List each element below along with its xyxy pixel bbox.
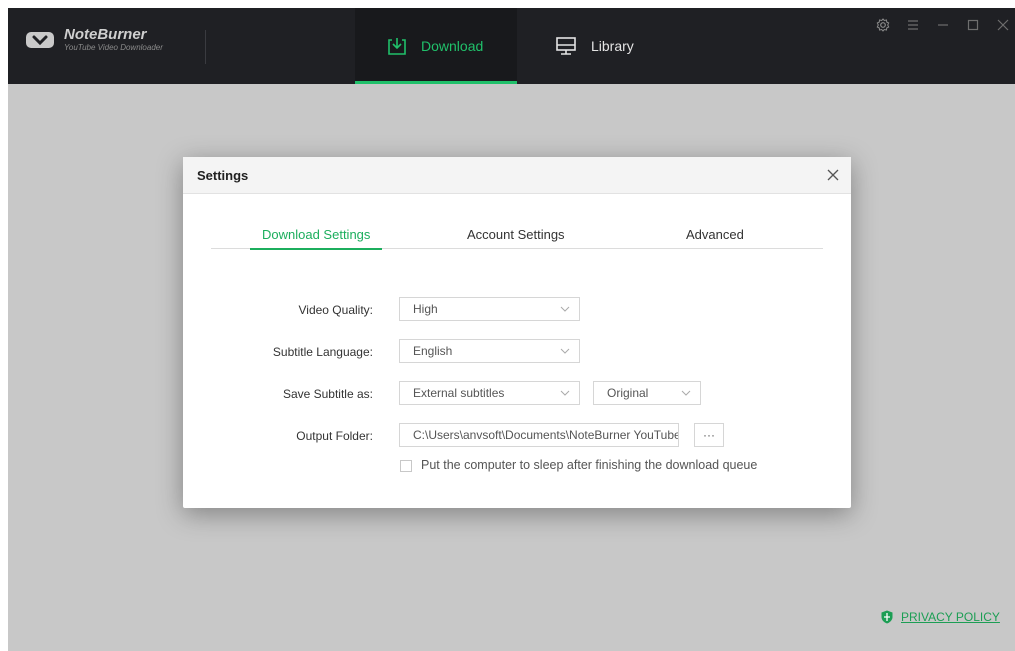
output-folder-value: C:\Users\anvsoft\Documents\NoteBurner Yo…: [413, 428, 679, 442]
save-subtitle-value: External subtitles: [413, 386, 505, 400]
chevron-down-icon: [560, 390, 570, 396]
output-folder-label: Output Folder:: [296, 429, 373, 443]
sleep-checkbox-label: Put the computer to sleep after finishin…: [421, 458, 758, 472]
chevron-down-icon: [560, 306, 570, 312]
close-window-icon[interactable]: [991, 16, 1015, 34]
tab-account-settings[interactable]: Account Settings: [467, 227, 565, 249]
dialog-header: Settings: [183, 157, 851, 194]
browse-folder-button[interactable]: ···: [694, 423, 724, 447]
title-bar: NoteBurner YouTube Video Downloader Down…: [8, 8, 1015, 84]
output-folder-input[interactable]: C:\Users\anvsoft\Documents\NoteBurner Yo…: [399, 423, 679, 447]
library-icon: [555, 36, 577, 56]
privacy-policy-label: PRIVACY POLICY: [901, 610, 1000, 624]
noteburner-logo-icon: [26, 32, 54, 48]
subtitle-type-select[interactable]: Original: [593, 381, 701, 405]
nav-download-label: Download: [421, 38, 484, 54]
subtitle-type-value: Original: [607, 386, 649, 400]
sleep-checkbox[interactable]: [400, 460, 412, 472]
video-quality-value: High: [413, 302, 438, 316]
settings-icon[interactable]: [871, 16, 895, 34]
app-logo: NoteBurner YouTube Video Downloader: [26, 27, 163, 53]
app-window: NoteBurner YouTube Video Downloader Down…: [8, 8, 1015, 651]
save-subtitle-label: Save Subtitle as:: [282, 387, 373, 401]
app-subtitle: YouTube Video Downloader: [64, 43, 163, 52]
maximize-icon[interactable]: [961, 16, 985, 34]
video-quality-select[interactable]: High: [399, 297, 580, 321]
title-divider: [205, 30, 206, 64]
tab-advanced[interactable]: Advanced: [686, 227, 744, 249]
subtitle-language-value: English: [413, 344, 453, 358]
dialog-title: Settings: [197, 168, 249, 183]
nav-tab-download[interactable]: Download: [355, 8, 517, 84]
app-name: NoteBurner: [64, 26, 147, 43]
subtitle-language-label: Subtitle Language:: [272, 345, 373, 359]
tab-download-settings[interactable]: Download Settings: [249, 227, 383, 250]
chevron-down-icon: [681, 390, 691, 396]
video-quality-label: Video Quality:: [298, 303, 374, 317]
subtitle-language-select[interactable]: English: [399, 339, 580, 363]
minimize-icon[interactable]: [931, 16, 955, 34]
window-controls: [865, 16, 1015, 34]
save-subtitle-select[interactable]: External subtitles: [399, 381, 580, 405]
nav-tab-library[interactable]: Library: [555, 8, 634, 84]
settings-tabs: Download Settings Account Settings Advan…: [211, 227, 823, 250]
chevron-down-icon: [560, 348, 570, 354]
settings-dialog: Settings Download Settings Account Setti…: [183, 157, 851, 508]
close-icon[interactable]: [825, 167, 841, 183]
menu-icon[interactable]: [901, 16, 925, 34]
shield-icon: [881, 610, 893, 624]
nav-library-label: Library: [591, 38, 634, 54]
privacy-policy-link[interactable]: PRIVACY POLICY: [881, 610, 1000, 624]
download-icon: [387, 36, 407, 56]
